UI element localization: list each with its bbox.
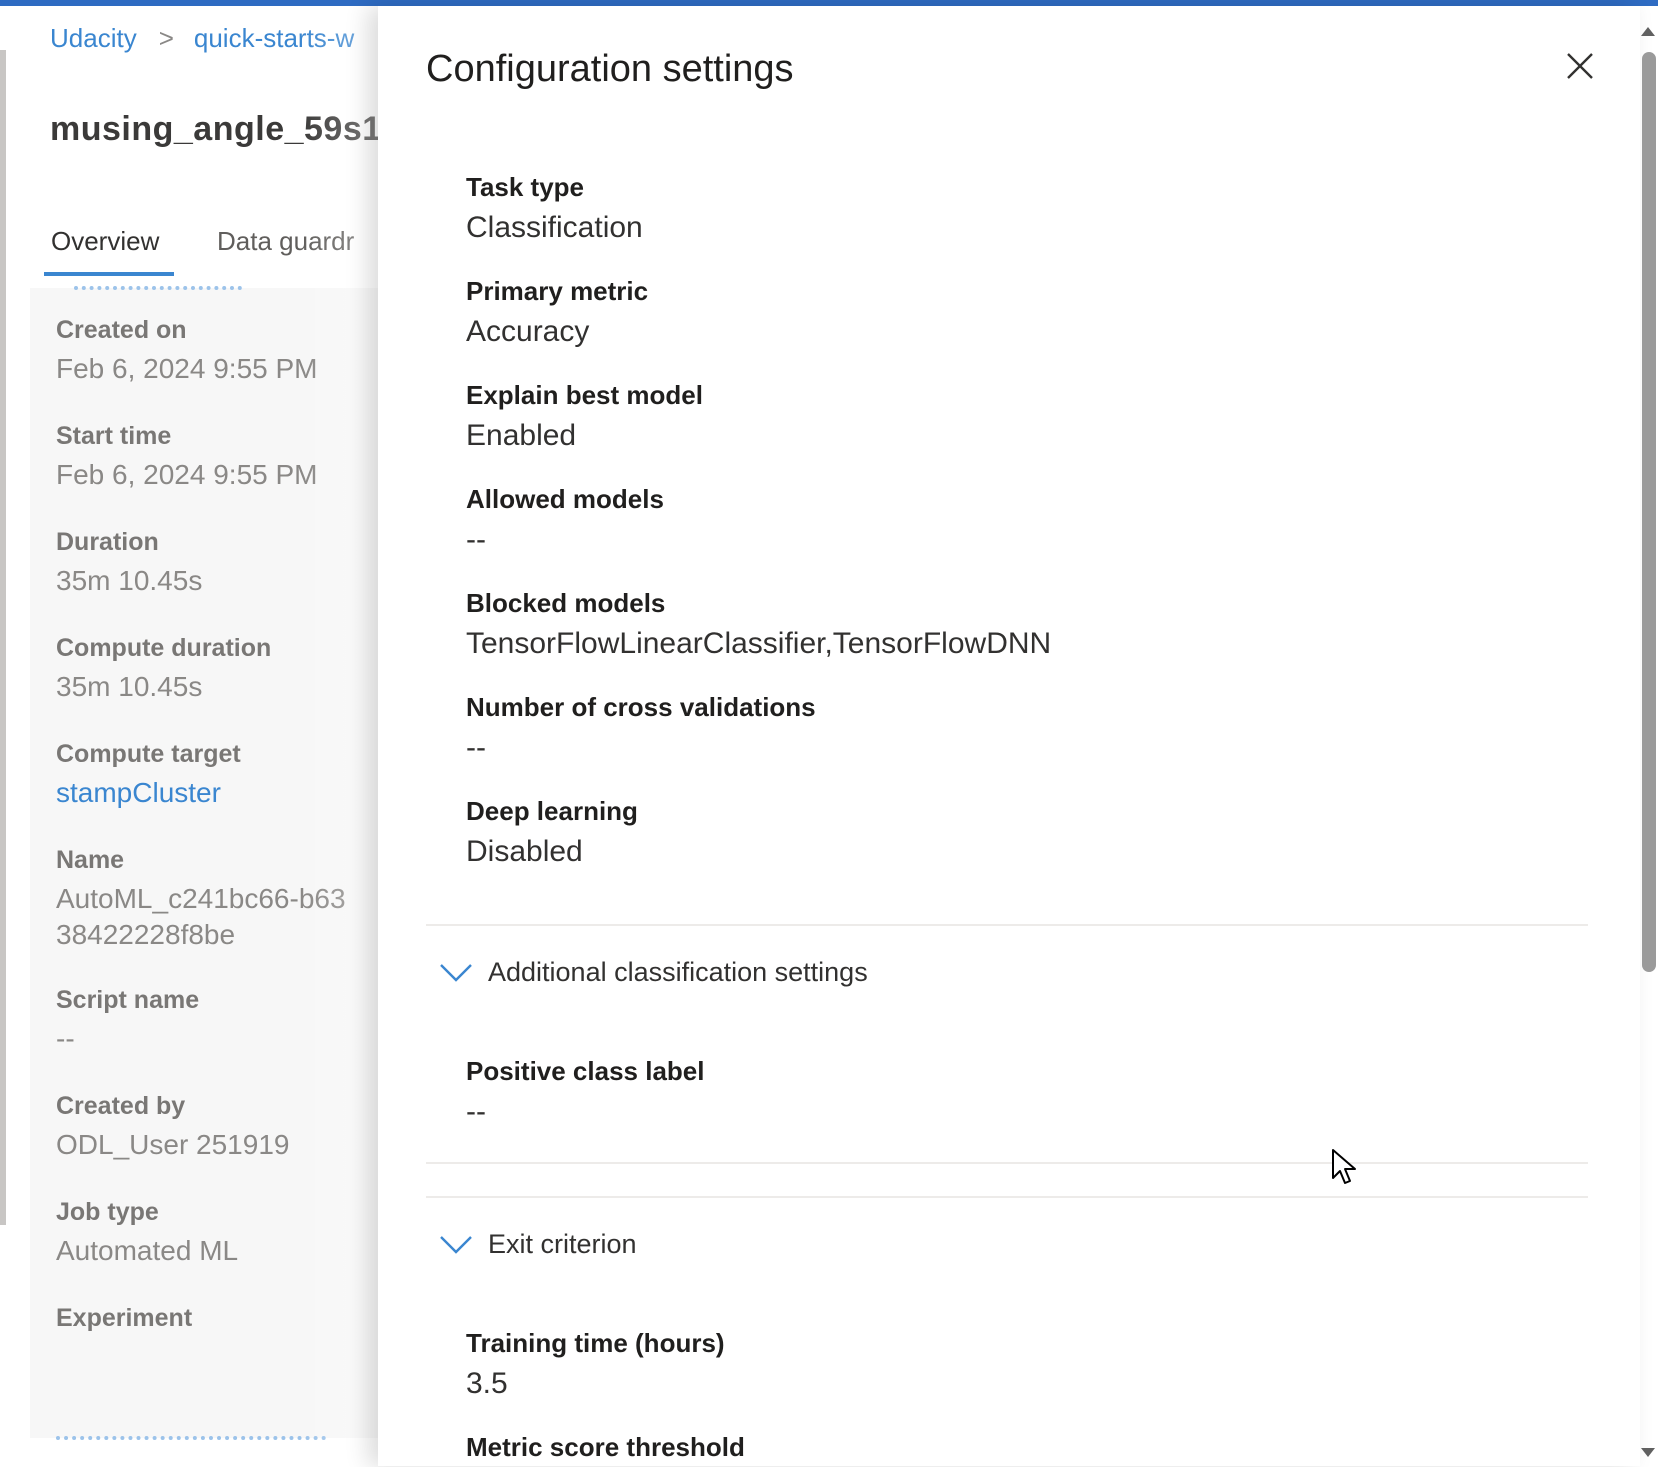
positive-class-label-label: Positive class label xyxy=(466,1056,705,1086)
blocked-models-value: TensorFlowLinearClassifier,TensorFlowDNN xyxy=(466,627,1052,660)
allowed-models-label: Allowed models xyxy=(466,484,664,514)
compute-duration-label: Compute duration xyxy=(56,634,272,662)
cross-validations-label: Number of cross validations xyxy=(466,692,816,722)
compute-duration-value: 35m 10.45s xyxy=(56,671,203,702)
blocked-models-field: Blocked models TensorFlowLinearClassifie… xyxy=(466,588,1051,661)
created-on-field: Created on Feb 6, 2024 9:55 PM xyxy=(56,316,318,385)
section-divider xyxy=(426,924,1588,926)
duration-field: Duration 35m 10.45s xyxy=(56,528,202,597)
created-on-value: Feb 6, 2024 9:55 PM xyxy=(56,353,318,384)
duration-label: Duration xyxy=(56,528,159,556)
scroll-up-arrow-icon[interactable] xyxy=(1638,22,1658,42)
created-by-field: Created by ODL_User 251919 xyxy=(56,1092,289,1161)
chevron-down-icon xyxy=(438,960,474,984)
task-type-value: Classification xyxy=(466,211,643,244)
breadcrumb-item-workspace[interactable]: Udacity xyxy=(50,23,137,53)
script-name-field: Script name -- xyxy=(56,986,199,1055)
allowed-models-field: Allowed models -- xyxy=(466,484,664,557)
task-type-label: Task type xyxy=(466,172,585,202)
see-more-link[interactable] xyxy=(74,282,242,290)
exit-criterion-label: Exit criterion xyxy=(488,1228,637,1259)
panel-title: Configuration settings xyxy=(426,48,794,90)
primary-metric-field: Primary metric Accuracy xyxy=(466,276,648,349)
run-details-page: Udacity > quick-starts-w musing_angle_59s1… xyxy=(0,6,380,1466)
panel-shadow-fade xyxy=(300,6,380,1466)
close-button[interactable] xyxy=(1558,44,1602,88)
explain-best-model-field: Explain best model Enabled xyxy=(466,380,703,453)
start-time-label: Start time xyxy=(56,422,172,450)
start-time-value: Feb 6, 2024 9:55 PM xyxy=(56,459,318,490)
metric-score-threshold-label: Metric score threshold xyxy=(466,1432,745,1462)
deep-learning-field: Deep learning Disabled xyxy=(466,796,638,869)
scroll-down-arrow-icon[interactable] xyxy=(1638,1442,1658,1462)
additional-settings-toggle[interactable]: Additional classification settings xyxy=(438,950,868,994)
training-time-label: Training time (hours) xyxy=(466,1328,725,1358)
metric-score-threshold-field: Metric score threshold xyxy=(466,1432,745,1463)
additional-settings-label: Additional classification settings xyxy=(488,956,868,987)
left-edge-bar xyxy=(0,50,6,1225)
compute-target-link[interactable]: stampCluster xyxy=(56,777,241,809)
compute-duration-field: Compute duration 35m 10.45s xyxy=(56,634,271,703)
active-tab-indicator xyxy=(44,272,174,276)
created-on-label: Created on xyxy=(56,316,187,344)
training-time-field: Training time (hours) 3.5 xyxy=(466,1328,725,1401)
chevron-down-icon xyxy=(438,1232,474,1256)
experiment-label: Experiment xyxy=(56,1304,193,1332)
primary-metric-value: Accuracy xyxy=(466,315,590,348)
experiment-link[interactable] xyxy=(56,1432,326,1440)
training-time-value: 3.5 xyxy=(466,1367,508,1400)
section-divider xyxy=(426,1162,1588,1164)
job-type-value: Automated ML xyxy=(56,1235,239,1266)
job-type-field: Job type Automated ML xyxy=(56,1198,238,1267)
breadcrumb-separator: > xyxy=(158,23,174,53)
created-by-value: ODL_User 251919 xyxy=(56,1129,290,1160)
job-type-label: Job type xyxy=(56,1198,159,1226)
deep-learning-label: Deep learning xyxy=(466,796,638,826)
positive-class-label-value: -- xyxy=(466,1095,486,1128)
scrollbar-thumb[interactable] xyxy=(1642,52,1656,972)
configuration-settings-panel: Configuration settings Task type Classif… xyxy=(378,6,1640,1466)
task-type-field: Task type Classification xyxy=(466,172,643,245)
created-by-label: Created by xyxy=(56,1092,186,1120)
explain-best-model-value: Enabled xyxy=(466,419,577,452)
start-time-field: Start time Feb 6, 2024 9:55 PM xyxy=(56,422,318,491)
positive-class-label-field: Positive class label -- xyxy=(466,1056,704,1129)
compute-target-field: Compute target stampCluster xyxy=(56,740,241,809)
allowed-models-value: -- xyxy=(466,523,486,556)
cross-validations-field: Number of cross validations -- xyxy=(466,692,816,765)
duration-value: 35m 10.45s xyxy=(56,565,203,596)
cross-validations-value: -- xyxy=(466,731,486,764)
section-divider xyxy=(426,1196,1588,1198)
close-icon xyxy=(1567,53,1593,79)
compute-target-label: Compute target xyxy=(56,740,241,768)
experiment-field: Experiment xyxy=(56,1304,192,1333)
script-name-label: Script name xyxy=(56,986,200,1014)
primary-metric-label: Primary metric xyxy=(466,276,649,306)
deep-learning-value: Disabled xyxy=(466,835,583,868)
script-name-value: -- xyxy=(56,1023,75,1054)
explain-best-model-label: Explain best model xyxy=(466,380,703,410)
exit-criterion-toggle[interactable]: Exit criterion xyxy=(438,1222,637,1266)
tab-overview[interactable]: Overview xyxy=(44,216,166,267)
blocked-models-label: Blocked models xyxy=(466,588,666,618)
